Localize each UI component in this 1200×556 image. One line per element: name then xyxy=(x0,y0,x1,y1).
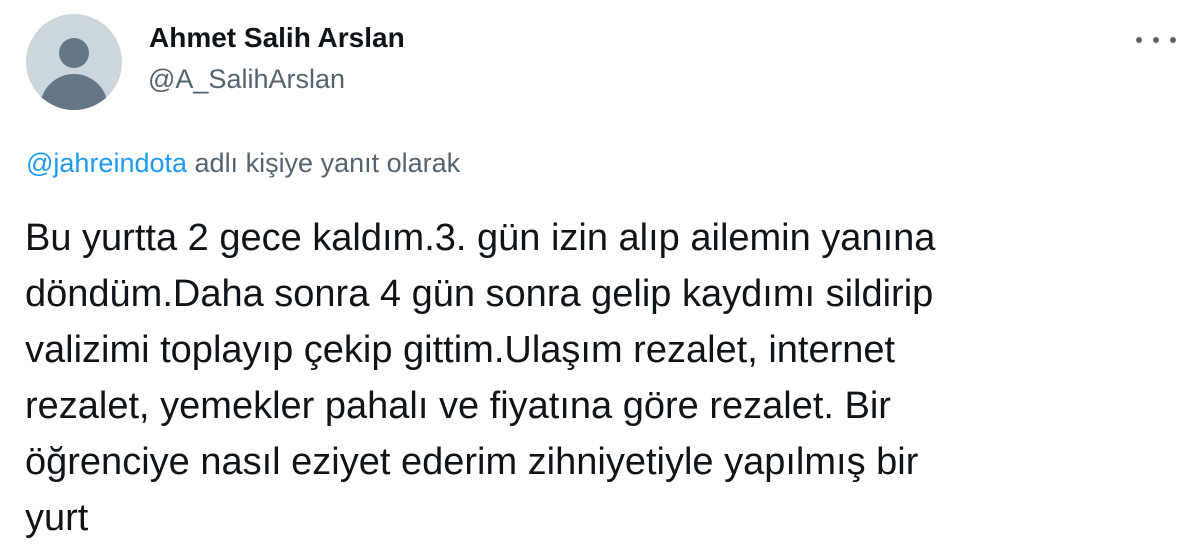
reply-mention-link[interactable]: @jahreindota xyxy=(26,148,187,178)
tweet-text-line: yurt xyxy=(25,497,89,539)
avatar-head-shape xyxy=(59,38,89,68)
tweet-text-line: öğrenciye nasıl eziyet ederim zihniyetiy… xyxy=(25,441,919,483)
tweet-text-line: rezalet, yemekler pahalı ve fiyatına gör… xyxy=(25,385,891,427)
more-dot xyxy=(1153,37,1159,43)
tweet-text-line: döndüm.Daha sonra 4 gün sonra gelip kayd… xyxy=(25,273,934,315)
more-dot xyxy=(1136,37,1142,43)
reply-suffix: adlı kişiye yanıt olarak xyxy=(194,148,461,178)
avatar-body-shape xyxy=(40,74,108,110)
more-dot xyxy=(1170,37,1176,43)
tweet-text: Bu yurtta 2 gece kaldım.3. gün izin alıp… xyxy=(25,210,1185,546)
reply-context: @jahreindota adlı kişiye yanıt olarak xyxy=(26,148,460,179)
tweet-text-line: valizimi toplayıp çekip gittim.Ulaşım re… xyxy=(25,329,896,371)
more-options-icon[interactable] xyxy=(1136,28,1176,52)
tweet-text-line: Bu yurtta 2 gece kaldım.3. gün izin alıp… xyxy=(25,217,936,259)
avatar-icon[interactable] xyxy=(26,14,122,110)
user-display-name[interactable]: Ahmet Salih Arslan xyxy=(149,22,405,54)
tweet-card: Ahmet Salih Arslan @A_SalihArslan @jahre… xyxy=(0,0,1200,556)
user-handle[interactable]: @A_SalihArslan xyxy=(148,64,345,95)
